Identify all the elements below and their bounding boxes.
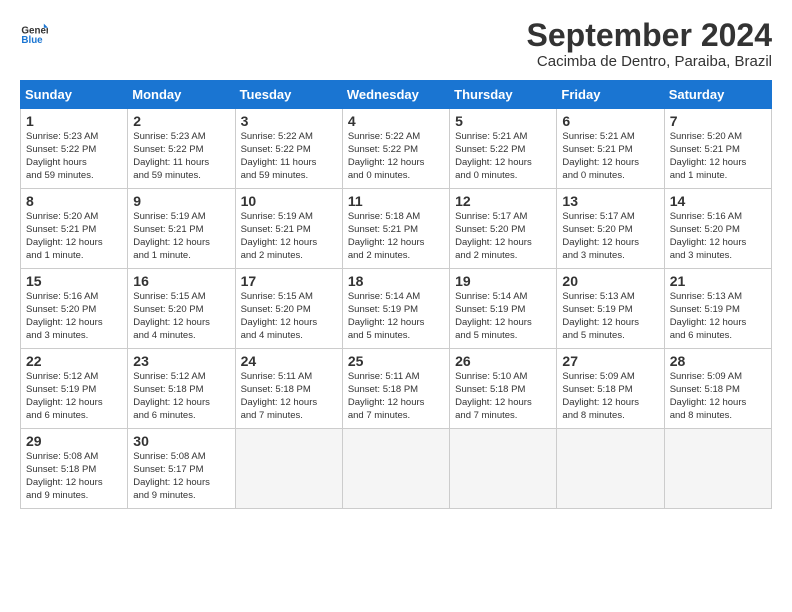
table-row: 29 Sunrise: 5:08 AMSunset: 5:18 PMDaylig… xyxy=(21,429,772,509)
svg-text:Blue: Blue xyxy=(21,35,43,46)
day-23: 23 Sunrise: 5:12 AMSunset: 5:18 PMDaylig… xyxy=(128,349,235,429)
day-28: 28 Sunrise: 5:09 AMSunset: 5:18 PMDaylig… xyxy=(664,349,771,429)
day-16: 16 Sunrise: 5:15 AMSunset: 5:20 PMDaylig… xyxy=(128,269,235,349)
day-9: 9 Sunrise: 5:19 AMSunset: 5:21 PMDayligh… xyxy=(128,189,235,269)
day-2: 2 Sunrise: 5:23 AMSunset: 5:22 PMDayligh… xyxy=(128,109,235,189)
day-26: 26 Sunrise: 5:10 AMSunset: 5:18 PMDaylig… xyxy=(450,349,557,429)
day-30: 30 Sunrise: 5:08 AMSunset: 5:17 PMDaylig… xyxy=(128,429,235,509)
calendar-table: Sunday Monday Tuesday Wednesday Thursday… xyxy=(20,80,772,509)
day-18: 18 Sunrise: 5:14 AMSunset: 5:19 PMDaylig… xyxy=(342,269,449,349)
day-22: 22 Sunrise: 5:12 AMSunset: 5:19 PMDaylig… xyxy=(21,349,128,429)
empty-cell xyxy=(664,429,771,509)
day-27: 27 Sunrise: 5:09 AMSunset: 5:18 PMDaylig… xyxy=(557,349,664,429)
day-13: 13 Sunrise: 5:17 AMSunset: 5:20 PMDaylig… xyxy=(557,189,664,269)
day-8: 8 Sunrise: 5:20 AMSunset: 5:21 PMDayligh… xyxy=(21,189,128,269)
day-25: 25 Sunrise: 5:11 AMSunset: 5:18 PMDaylig… xyxy=(342,349,449,429)
col-saturday: Saturday xyxy=(664,81,771,109)
empty-cell xyxy=(342,429,449,509)
day-10: 10 Sunrise: 5:19 AMSunset: 5:21 PMDaylig… xyxy=(235,189,342,269)
col-sunday: Sunday xyxy=(21,81,128,109)
col-monday: Monday xyxy=(128,81,235,109)
empty-cell xyxy=(450,429,557,509)
day-15: 15 Sunrise: 5:16 AMSunset: 5:20 PMDaylig… xyxy=(21,269,128,349)
location: Cacimba de Dentro, Paraiba, Brazil xyxy=(527,53,772,70)
logo-icon: General Blue xyxy=(20,18,48,46)
table-row: 8 Sunrise: 5:20 AMSunset: 5:21 PMDayligh… xyxy=(21,189,772,269)
day-20: 20 Sunrise: 5:13 AMSunset: 5:19 PMDaylig… xyxy=(557,269,664,349)
day-7: 7 Sunrise: 5:20 AMSunset: 5:21 PMDayligh… xyxy=(664,109,771,189)
day-14: 14 Sunrise: 5:16 AMSunset: 5:20 PMDaylig… xyxy=(664,189,771,269)
day-4: 4 Sunrise: 5:22 AMSunset: 5:22 PMDayligh… xyxy=(342,109,449,189)
day-5: 5 Sunrise: 5:21 AMSunset: 5:22 PMDayligh… xyxy=(450,109,557,189)
table-row: 1 Sunrise: 5:23 AMSunset: 5:22 PMDayligh… xyxy=(21,109,772,189)
day-21: 21 Sunrise: 5:13 AMSunset: 5:19 PMDaylig… xyxy=(664,269,771,349)
day-29: 29 Sunrise: 5:08 AMSunset: 5:18 PMDaylig… xyxy=(21,429,128,509)
empty-cell xyxy=(557,429,664,509)
day-17: 17 Sunrise: 5:15 AMSunset: 5:20 PMDaylig… xyxy=(235,269,342,349)
day-19: 19 Sunrise: 5:14 AMSunset: 5:19 PMDaylig… xyxy=(450,269,557,349)
day-11: 11 Sunrise: 5:18 AMSunset: 5:21 PMDaylig… xyxy=(342,189,449,269)
title-area: September 2024 Cacimba de Dentro, Paraib… xyxy=(527,18,772,70)
table-row: 15 Sunrise: 5:16 AMSunset: 5:20 PMDaylig… xyxy=(21,269,772,349)
col-wednesday: Wednesday xyxy=(342,81,449,109)
col-tuesday: Tuesday xyxy=(235,81,342,109)
day-12: 12 Sunrise: 5:17 AMSunset: 5:20 PMDaylig… xyxy=(450,189,557,269)
page: General Blue September 2024 Cacimba de D… xyxy=(0,0,792,519)
col-thursday: Thursday xyxy=(450,81,557,109)
empty-cell xyxy=(235,429,342,509)
month-title: September 2024 xyxy=(527,18,772,53)
day-3: 3 Sunrise: 5:22 AMSunset: 5:22 PMDayligh… xyxy=(235,109,342,189)
day-1: 1 Sunrise: 5:23 AMSunset: 5:22 PMDayligh… xyxy=(21,109,128,189)
header: General Blue September 2024 Cacimba de D… xyxy=(20,18,772,70)
header-row: Sunday Monday Tuesday Wednesday Thursday… xyxy=(21,81,772,109)
day-6: 6 Sunrise: 5:21 AMSunset: 5:21 PMDayligh… xyxy=(557,109,664,189)
day-24: 24 Sunrise: 5:11 AMSunset: 5:18 PMDaylig… xyxy=(235,349,342,429)
col-friday: Friday xyxy=(557,81,664,109)
table-row: 22 Sunrise: 5:12 AMSunset: 5:19 PMDaylig… xyxy=(21,349,772,429)
logo: General Blue xyxy=(20,18,48,46)
